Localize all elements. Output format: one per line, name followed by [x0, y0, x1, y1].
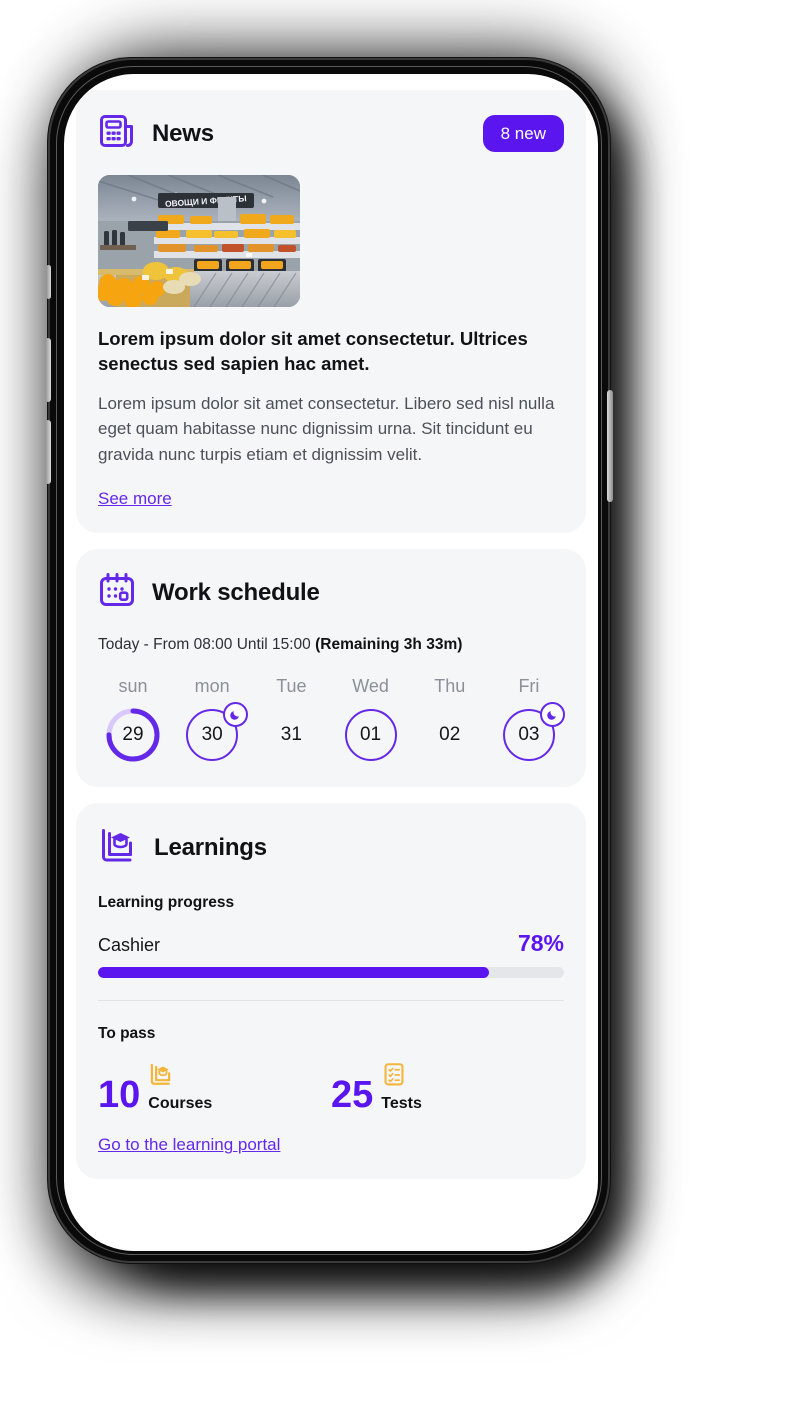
news-title: News: [152, 119, 214, 147]
work-schedule-title: Work schedule: [152, 578, 320, 606]
phone-volume-up-button[interactable]: [45, 338, 51, 402]
day-circle[interactable]: 31: [263, 707, 319, 763]
news-body-text: Lorem ipsum dolor sit amet consectetur. …: [98, 393, 555, 464]
to-pass-label: To pass: [98, 1025, 156, 1043]
course-progress-fill: [98, 967, 490, 979]
day-cell[interactable]: Tue 31: [258, 676, 324, 763]
course-percent: 78%: [517, 930, 564, 957]
phone-screen: News 8 new ОВОЩИ И ФРУКТЫ Lorem ipsum do…: [64, 74, 598, 1251]
day-cell[interactable]: mon 30: [179, 676, 249, 763]
day-name: sun: [118, 676, 148, 697]
stat-courses-label: Courses: [148, 1095, 213, 1113]
screen-scroll-area[interactable]: News 8 new ОВОЩИ И ФРУКТЫ Lorem ipsum do…: [64, 74, 598, 1195]
day-cell[interactable]: sun 29: [100, 676, 166, 763]
phone-power-button[interactable]: [607, 390, 613, 502]
day-circle[interactable]: 01: [343, 707, 399, 763]
night-shift-moon-icon: [539, 702, 565, 728]
learnings-divider: [98, 1000, 564, 1002]
work-schedule-header: Work schedule: [98, 571, 564, 614]
course-progress-row: Cashier 78%: [98, 930, 564, 957]
learning-progress-label: Learning progress: [98, 894, 235, 912]
to-pass-stats: 10 Courses 25 Tests: [98, 1061, 564, 1117]
day-cell[interactable]: Fri 03: [496, 676, 565, 763]
book-graduation-small-icon: [148, 1061, 174, 1092]
learnings-header: Learnings: [98, 825, 564, 870]
news-card-header: News 8 new: [98, 112, 564, 155]
news-card: News 8 new ОВОЩИ И ФРУКТЫ Lorem ipsum do…: [76, 90, 586, 534]
news-headline: Lorem ipsum dolor sit amet consectetur. …: [98, 328, 528, 374]
learnings-title: Learnings: [154, 833, 267, 861]
phone-volume-down-button[interactable]: [45, 420, 51, 484]
course-progress-track: [98, 967, 564, 979]
day-number: 03: [518, 724, 540, 746]
stat-courses-number: 10: [98, 1074, 141, 1117]
day-name: mon: [194, 676, 230, 697]
course-name: Cashier: [98, 935, 161, 956]
day-number: 29: [122, 724, 144, 746]
news-thumbnail[interactable]: ОВОЩИ И ФРУКТЫ: [98, 175, 300, 307]
newspaper-icon: [98, 112, 136, 155]
day-name: Fri: [518, 676, 540, 697]
work-schedule-remaining: (Remaining 3h 33m): [315, 636, 463, 654]
day-circle[interactable]: 30: [184, 702, 249, 763]
clipboard-check-icon: [381, 1061, 407, 1092]
work-schedule-card: Work schedule Today - From 08:00 Until 1…: [76, 549, 586, 788]
learnings-card: Learnings Learning progress Cashier 78% …: [76, 803, 586, 1180]
day-number: 02: [439, 724, 461, 746]
day-circle[interactable]: 03: [501, 702, 565, 763]
work-schedule-summary-plain: Today - From 08:00 Until 15:00: [98, 636, 316, 654]
work-schedule-day-list: sun 29 mon 30 Tue 31 Wed 01 Thu 02 Fri 03: [98, 676, 565, 763]
news-see-more-link[interactable]: See more: [98, 489, 172, 509]
day-number: 30: [201, 724, 223, 746]
stat-tests-number: 25: [331, 1074, 374, 1117]
day-cell[interactable]: Thu 02: [417, 676, 483, 763]
calendar-icon: [98, 571, 136, 614]
night-shift-moon-icon: [223, 702, 249, 728]
day-name: Thu: [434, 676, 466, 697]
day-circle[interactable]: 02: [422, 707, 478, 763]
stat-tests: 25 Tests: [331, 1061, 564, 1117]
stat-tests-right: Tests: [381, 1061, 422, 1113]
day-cell[interactable]: Wed 01: [338, 676, 404, 763]
news-new-badge[interactable]: 8 new: [482, 115, 564, 152]
work-schedule-summary: Today - From 08:00 Until 15:00 (Remainin…: [98, 636, 564, 654]
stat-courses: 10 Courses: [98, 1061, 331, 1117]
stat-tests-label: Tests: [381, 1095, 422, 1113]
phone-silence-switch[interactable]: [46, 265, 51, 299]
learning-portal-link[interactable]: Go to the learning portal: [98, 1135, 280, 1155]
day-name: Wed: [352, 676, 389, 697]
stat-courses-right: Courses: [148, 1061, 212, 1113]
screenshot-root: News 8 new ОВОЩИ И ФРУКТЫ Lorem ipsum do…: [0, 0, 795, 1408]
book-graduation-icon: [98, 825, 138, 870]
day-number: 01: [359, 724, 382, 746]
day-number: 31: [280, 724, 302, 746]
day-name: Tue: [276, 676, 307, 697]
day-circle[interactable]: 29: [105, 707, 161, 763]
phone-frame: News 8 new ОВОЩИ И ФРУКТЫ Lorem ipsum do…: [45, 58, 613, 1263]
